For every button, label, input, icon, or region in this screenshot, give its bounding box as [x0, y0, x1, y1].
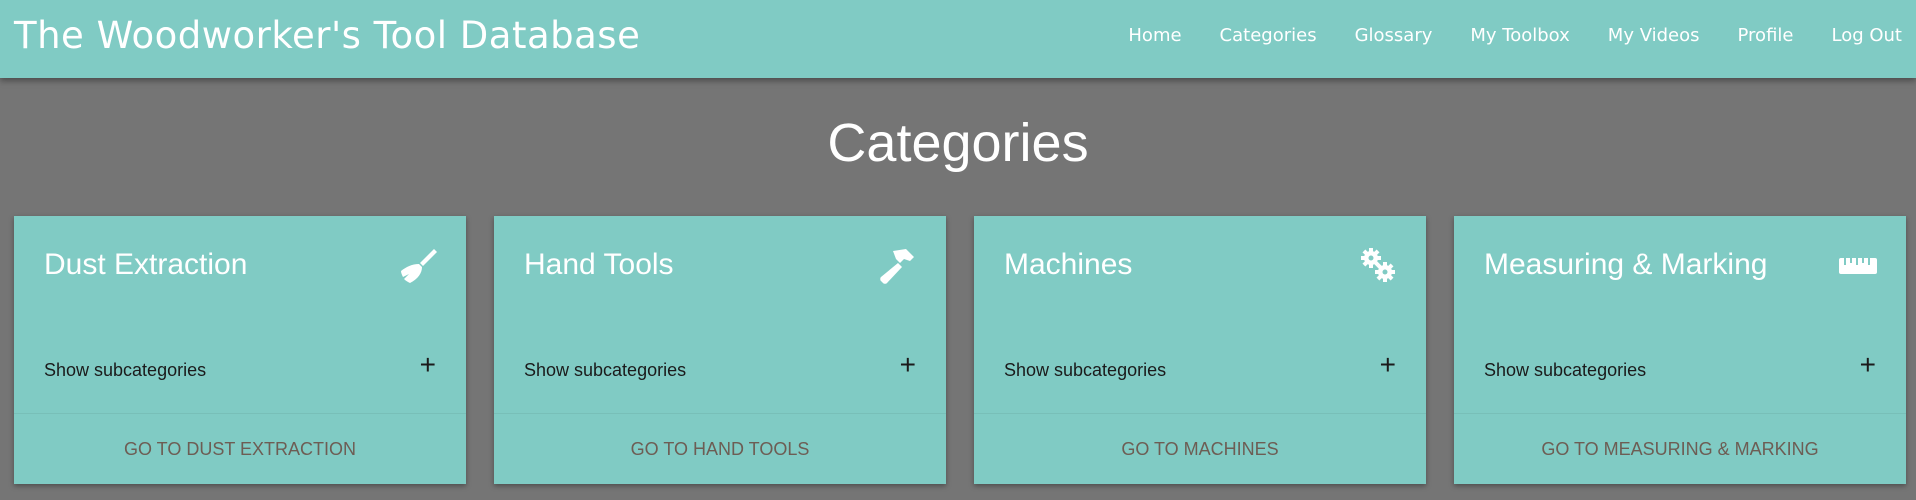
- nav-link-home[interactable]: Home: [1128, 25, 1181, 46]
- hammer-icon: [878, 246, 918, 286]
- card-title: Hand Tools: [524, 248, 674, 281]
- page-title: Categories: [827, 113, 1089, 173]
- nav-link-log-out[interactable]: Log Out: [1831, 25, 1902, 46]
- card-title: Measuring & Marking: [1484, 248, 1768, 281]
- category-card-measuring-marking: Measuring & Marking Show subcategories +…: [1454, 216, 1906, 484]
- show-subcategories-toggle[interactable]: Show subcategories +: [1484, 350, 1876, 386]
- show-subcategories-toggle[interactable]: Show subcategories +: [1004, 350, 1396, 386]
- go-to-category-link[interactable]: GO TO HAND TOOLS: [494, 413, 946, 484]
- nav-link-glossary[interactable]: Glossary: [1355, 25, 1433, 46]
- nav-link-categories[interactable]: Categories: [1220, 25, 1317, 46]
- show-subcategories-label: Show subcategories: [524, 360, 687, 380]
- gears-icon: [1358, 246, 1398, 286]
- plus-icon[interactable]: +: [420, 350, 436, 380]
- nav-links: Home Categories Glossary My Toolbox My V…: [1128, 25, 1902, 46]
- category-card-hand-tools: Hand Tools Show subcategories + GO TO HA…: [494, 216, 946, 484]
- card-title: Dust Extraction: [44, 248, 248, 281]
- plus-icon[interactable]: +: [900, 350, 916, 380]
- card-title: Machines: [1004, 248, 1133, 281]
- site-brand[interactable]: The Woodworker's Tool Database: [14, 14, 640, 57]
- plus-icon[interactable]: +: [1860, 350, 1876, 380]
- nav-link-profile[interactable]: Profile: [1738, 25, 1794, 46]
- show-subcategories-label: Show subcategories: [1004, 360, 1167, 380]
- show-subcategories-label: Show subcategories: [44, 360, 207, 380]
- go-to-category-link[interactable]: GO TO MEASURING & MARKING: [1454, 413, 1906, 484]
- nav-link-my-toolbox[interactable]: My Toolbox: [1470, 25, 1569, 46]
- show-subcategories-toggle[interactable]: Show subcategories +: [44, 350, 436, 386]
- nav-link-my-videos[interactable]: My Videos: [1608, 25, 1700, 46]
- category-card-machines: Machines Show subcategories + GO TO MACH…: [974, 216, 1426, 484]
- category-cards: Dust Extraction Show subcategories + GO …: [14, 216, 1906, 484]
- show-subcategories-label: Show subcategories: [1484, 360, 1647, 380]
- plus-icon[interactable]: +: [1380, 350, 1396, 380]
- ruler-icon: [1838, 246, 1878, 286]
- go-to-category-link[interactable]: GO TO MACHINES: [974, 413, 1426, 484]
- broom-icon: [398, 246, 438, 286]
- show-subcategories-toggle[interactable]: Show subcategories +: [524, 350, 916, 386]
- category-card-dust-extraction: Dust Extraction Show subcategories + GO …: [14, 216, 466, 484]
- go-to-category-link[interactable]: GO TO DUST EXTRACTION: [14, 413, 466, 484]
- top-navbar: The Woodworker's Tool Database Home Cate…: [0, 0, 1916, 78]
